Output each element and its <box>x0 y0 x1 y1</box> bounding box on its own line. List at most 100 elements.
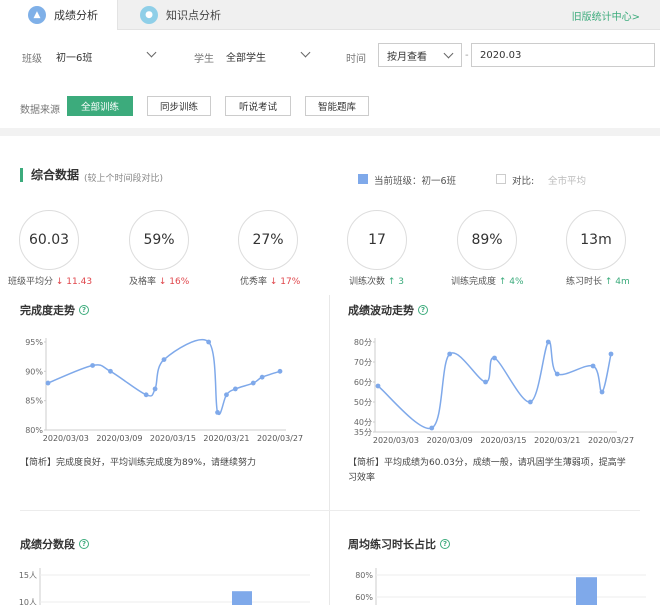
card-divider-horizontal <box>20 510 640 511</box>
data-point[interactable] <box>590 363 596 369</box>
source-sync-button[interactable]: 同步训练 <box>147 96 211 116</box>
kpi-avg-score-label: 班级平均分 ↓ 11.43 <box>8 274 92 287</box>
compare-checkbox[interactable] <box>496 174 506 184</box>
bar[interactable] <box>576 577 597 605</box>
y-tick-label: 90% <box>25 367 43 376</box>
kpi-change: ↓ 11.43 <box>55 277 93 287</box>
summary-subtitle: (较上个时间段对比) <box>84 174 164 184</box>
compare-value[interactable]: 全市平均 <box>548 173 586 187</box>
date-value: 2020.03 <box>480 49 522 61</box>
score-trend-title: 成绩波动走势 ? <box>348 302 428 318</box>
student-label: 学生 <box>194 54 214 65</box>
data-point[interactable] <box>429 425 435 431</box>
kpi-avg-score-circle: 60.03 <box>19 210 79 270</box>
kpi-practice-time-circle: 13m <box>566 210 626 270</box>
data-point[interactable] <box>232 386 238 392</box>
student-select[interactable]: 全部学生 <box>226 47 316 64</box>
data-point[interactable] <box>152 386 158 392</box>
data-point[interactable] <box>447 351 453 357</box>
x-tick-label: 2020/03/27 <box>257 434 303 443</box>
source-smart-bank-button[interactable]: 智能题库 <box>305 96 369 116</box>
x-tick-label: 2020/03/03 <box>43 434 89 443</box>
data-point[interactable] <box>143 392 149 398</box>
score-segment-chart: 15人 10人 <box>19 568 310 605</box>
data-point[interactable] <box>599 389 605 395</box>
chevron-down-icon <box>146 47 157 58</box>
old-stats-link[interactable]: 旧版统计中心> <box>572 8 640 23</box>
completion-trend-title-text: 完成度走势 <box>20 304 75 317</box>
date-input[interactable]: 2020.03 <box>471 43 655 67</box>
y-tick-label: 80% <box>25 426 43 435</box>
kpi-label-text: 训练次数 <box>349 277 386 287</box>
help-icon[interactable]: ? <box>440 539 450 549</box>
time-mode-select[interactable]: 按月查看 <box>378 43 462 67</box>
compare-label: 对比: <box>512 176 535 187</box>
kpi-change: ↓ 16% <box>158 277 190 287</box>
kpi-pass-rate-label: 及格率 ↓ 16% <box>129 274 189 287</box>
chevron-down-icon <box>300 47 311 58</box>
data-point[interactable] <box>554 371 560 377</box>
data-point[interactable] <box>259 374 265 380</box>
data-point[interactable] <box>250 380 256 386</box>
kpi-label-text: 班级平均分 <box>8 277 54 287</box>
data-point[interactable] <box>45 380 51 386</box>
completion-trend-title: 完成度走势 ? <box>20 302 89 318</box>
x-tick-label: 2020/03/27 <box>588 436 634 445</box>
x-tick-label: 2020/03/03 <box>373 436 419 445</box>
x-tick-label: 2020/03/21 <box>534 436 580 445</box>
tab-knowledge-analysis[interactable]: ● 知识点分析 <box>118 0 228 30</box>
chart-icon: ▲ <box>28 6 46 24</box>
kpi-change: ↑ 4% <box>498 277 524 287</box>
data-point[interactable] <box>527 399 533 405</box>
data-point[interactable] <box>206 339 212 345</box>
data-point[interactable] <box>90 363 96 368</box>
score-analysis-line-1: 【简析】平均成绩为60.03分，成绩一般，请巩固学生薄弱项，提高学 <box>348 458 626 468</box>
data-point[interactable] <box>108 368 113 374</box>
kpi-completion-circle: 89% <box>457 210 517 270</box>
completion-trend-chart: 80% 85% 90% 95% 2020/03/03 2020/03/09 2020/03/… <box>25 338 303 443</box>
data-point[interactable] <box>608 351 614 357</box>
kpi-value: 17 <box>368 232 386 248</box>
kpi-value: 60.03 <box>28 232 70 248</box>
bar[interactable] <box>232 591 252 605</box>
current-class-legend: 当前班级：初一6班 <box>374 176 457 187</box>
data-point[interactable] <box>483 379 488 385</box>
data-point[interactable] <box>224 392 229 398</box>
y-tick-label: 80分 <box>354 338 372 347</box>
tab-label: 知识点分析 <box>166 9 221 22</box>
weekly-practice-title: 周均练习时长占比 ? <box>348 536 450 552</box>
data-point[interactable] <box>277 368 283 374</box>
y-tick-label: 15人 <box>19 571 37 580</box>
x-tick-label: 2020/03/21 <box>203 434 249 443</box>
data-point[interactable] <box>375 383 381 389</box>
help-icon[interactable]: ? <box>79 305 89 315</box>
score-analysis-line-2: 习效率 <box>348 473 376 483</box>
help-icon[interactable]: ? <box>418 305 428 315</box>
y-tick-label: 95% <box>25 338 43 347</box>
y-tick-label: 40分 <box>354 418 372 427</box>
kpi-label-text: 优秀率 <box>240 277 268 287</box>
y-tick-label: 50分 <box>354 398 372 407</box>
source-all-button[interactable]: 全部训练 <box>67 96 133 116</box>
data-point[interactable] <box>492 355 497 361</box>
tab-bar: ▲ 成绩分析 ● 知识点分析 旧版统计中心> <box>0 0 660 30</box>
kpi-change: ↓ 17% <box>269 277 301 287</box>
class-select[interactable]: 初一6班 <box>56 47 160 64</box>
data-point[interactable] <box>545 339 551 345</box>
data-point[interactable] <box>215 410 220 415</box>
score-segment-title-text: 成绩分数段 <box>20 538 75 551</box>
help-icon[interactable]: ? <box>79 539 89 549</box>
range-dash: - <box>465 50 469 61</box>
kpi-label-text: 练习时长 <box>566 277 603 287</box>
score-trend-title-text: 成绩波动走势 <box>348 304 414 317</box>
x-tick-label: 2020/03/15 <box>150 434 196 443</box>
source-listening-button[interactable]: 听说考试 <box>225 96 291 116</box>
current-class-legend-swatch <box>358 174 368 184</box>
section-divider <box>0 128 660 136</box>
kpi-practice-time-label: 练习时长 ↑ 4m <box>566 274 630 287</box>
tab-score-analysis[interactable]: ▲ 成绩分析 <box>0 0 118 30</box>
class-label: 班级 <box>22 54 42 65</box>
data-point[interactable] <box>161 357 167 362</box>
kpi-train-count-circle: 17 <box>347 210 407 270</box>
tab-label: 成绩分析 <box>54 9 98 22</box>
